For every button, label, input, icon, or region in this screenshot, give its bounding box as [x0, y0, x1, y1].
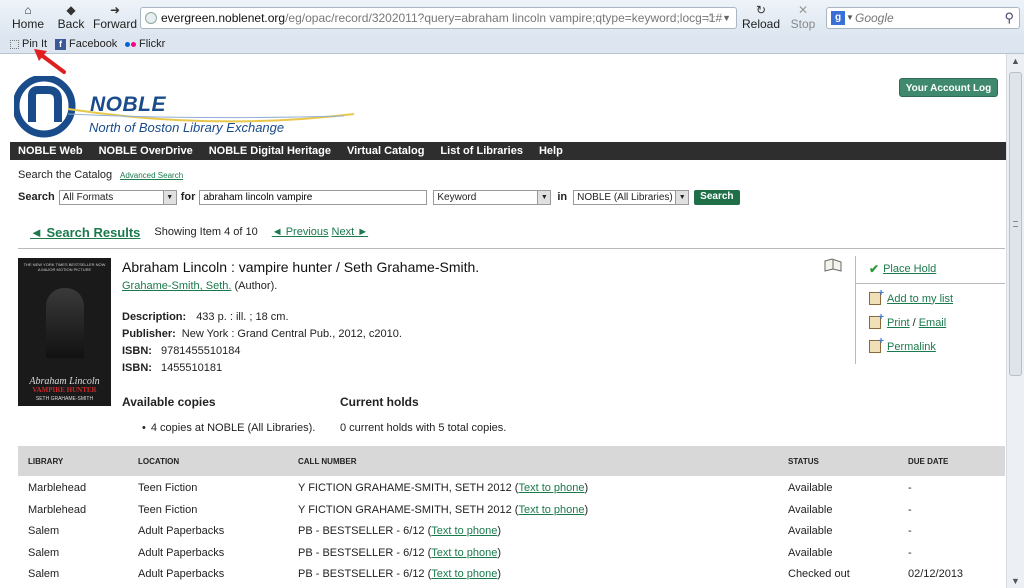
text-to-phone-link[interactable]: Text to phone [518, 504, 584, 516]
chevron-down-icon: ▼ [675, 190, 689, 204]
current-holds-value: 0 current holds with 5 total copies. [340, 422, 507, 434]
table-row: Marblehead Teen Fiction Y FICTION GRAHAM… [28, 482, 912, 494]
text-to-phone-link[interactable]: Text to phone [431, 547, 497, 559]
search-button[interactable]: Search [694, 189, 740, 205]
nav-noble-overdrive[interactable]: NOBLE OverDrive [99, 145, 193, 157]
text-to-phone-link[interactable]: Text to phone [431, 568, 497, 580]
results-nav: ◄ Search Results Showing Item 4 of 10 ◄ … [30, 223, 368, 241]
clipboard-add-icon: + [869, 312, 884, 329]
nav-help[interactable]: Help [539, 145, 563, 157]
current-holds-heading: Current holds [340, 395, 419, 409]
print-link[interactable]: Print [887, 317, 910, 329]
reload-button[interactable]: ↻ Reload [740, 3, 782, 31]
divider [856, 283, 1005, 284]
catalog-search: Search the Catalog Advanced Search Searc… [18, 168, 818, 208]
author-link[interactable]: Grahame-Smith, Seth. [122, 280, 231, 292]
bookmark-flickr[interactable]: Flickr [125, 38, 165, 50]
flickr-icon [125, 41, 136, 47]
main-nav: NOBLE Web NOBLE OverDrive NOBLE Digital … [10, 142, 1006, 160]
showing-item-text: Showing Item 4 of 10 [154, 226, 258, 238]
browser-toolbar: ⌂ Home ◆ Back ➜ Forward evergreen.noblen… [0, 0, 1024, 36]
record-author: Grahame-Smith, Seth. (Author). [122, 280, 278, 292]
search-query-input[interactable] [199, 189, 428, 205]
scrollbar-thumb[interactable] [1009, 72, 1022, 376]
back-button[interactable]: ◆ Back [56, 3, 86, 31]
browser-search-input[interactable]: g ▼ Google ⚲ [826, 7, 1020, 29]
url-bar[interactable]: evergreen.noblenet.org/eg/opac/record/32… [140, 7, 737, 29]
record-title: Abraham Lincoln : vampire hunter / Seth … [122, 259, 480, 275]
search-results-link[interactable]: ◄ Search Results [30, 225, 140, 240]
search-label: Search [18, 191, 55, 203]
available-copies-value: 4 copies at NOBLE (All Libraries). [142, 422, 315, 434]
book-cover-image: THE NEW YORK TIMES BESTSELLER NOW A MAJO… [18, 258, 111, 406]
site-icon [145, 12, 157, 24]
pin-icon [10, 39, 19, 49]
chevron-down-icon: ▼ [162, 190, 176, 204]
scroll-down-icon[interactable]: ▼ [1011, 576, 1020, 586]
home-icon: ⌂ [24, 3, 32, 17]
url-dropdown-icon[interactable]: ▼ [722, 8, 731, 28]
checkmark-icon: ✔ [869, 262, 880, 276]
nav-list-of-libraries[interactable]: List of Libraries [440, 145, 523, 157]
table-row: Salem Adult Paperbacks PB - BESTSELLER -… [28, 546, 912, 559]
search-type-select[interactable]: Keyword ▼ [433, 189, 552, 205]
col-status: STATUS [788, 457, 819, 466]
print-email-action[interactable]: + Print / Email [869, 312, 947, 329]
col-library: LIBRARY [28, 457, 64, 466]
copies-table-body: Marblehead Teen Fiction Y FICTION GRAHAM… [18, 476, 1005, 584]
text-to-phone-link[interactable]: Text to phone [518, 482, 584, 494]
nav-digital-heritage[interactable]: NOBLE Digital Heritage [209, 145, 331, 157]
email-link[interactable]: Email [919, 317, 947, 329]
col-location: LOCATION [138, 457, 180, 466]
table-row: Salem Adult Paperbacks PB - BESTSELLER -… [28, 525, 912, 538]
back-arrow-icon: ◆ [66, 3, 76, 17]
add-to-list-action[interactable]: + Add to my list [869, 288, 953, 305]
clipboard-add-icon: + [869, 288, 884, 305]
place-hold-action[interactable]: ✔ Place Hold [869, 262, 936, 276]
stop-button[interactable]: ✕ Stop [786, 3, 820, 31]
chevron-down-icon: ▼ [537, 190, 551, 204]
forward-button[interactable]: ➜ Forward [92, 3, 138, 31]
noble-logo[interactable]: NOBLE North of Boston Library Exchange [12, 74, 364, 138]
search-icon[interactable]: ⚲ [1004, 8, 1014, 28]
divider [18, 248, 1005, 249]
engine-dropdown-icon[interactable]: ▼ [846, 8, 854, 28]
vertical-scrollbar[interactable]: ▲ ▼ [1006, 54, 1024, 588]
in-label: in [557, 191, 568, 203]
url-path: /eg/opac/record/3202011?query=abraham li… [285, 11, 723, 25]
permalink-action[interactable]: + Permalink [869, 336, 936, 353]
nav-noble-web[interactable]: NOBLE Web [18, 145, 83, 157]
reload-icon: ↻ [755, 3, 767, 17]
format-select[interactable]: All Formats ▼ [58, 189, 177, 205]
search-catalog-label: Search the Catalog [18, 169, 113, 181]
red-arrow-annotation [34, 49, 66, 74]
logo-title: NOBLE [90, 93, 166, 116]
bookmarks-bar: Pin It f Facebook Flickr [0, 36, 1024, 54]
record-details: Description: 433 p. : ill. ; 18 cm. Publi… [122, 311, 402, 374]
col-call-number: CALL NUMBER [298, 457, 357, 466]
stop-icon: ✕ [797, 3, 809, 17]
col-due-date: DUE DATE [908, 457, 949, 466]
available-copies-heading: Available copies [122, 395, 216, 409]
next-link[interactable]: Next ► [332, 226, 369, 238]
nav-virtual-catalog[interactable]: Virtual Catalog [347, 145, 424, 157]
notes-icon[interactable] [824, 258, 842, 272]
previous-link[interactable]: ◄ Previous [272, 226, 329, 238]
google-icon: g [831, 11, 845, 25]
advanced-search-link[interactable]: Advanced Search [120, 171, 183, 180]
forward-arrow-icon: ➜ [109, 3, 121, 17]
copies-table-header: LIBRARY LOCATION CALL NUMBER STATUS DUE … [18, 446, 1005, 476]
text-to-phone-link[interactable]: Text to phone [431, 525, 497, 537]
table-row: Marblehead Teen Fiction Y FICTION GRAHAM… [28, 503, 912, 516]
scroll-up-icon[interactable]: ▲ [1011, 56, 1020, 66]
home-button[interactable]: ⌂ Home [10, 3, 46, 31]
table-row: Salem Adult Paperbacks PB - BESTSELLER -… [28, 568, 964, 581]
logo-subtitle: North of Boston Library Exchange [89, 120, 285, 135]
account-login-button[interactable]: Your Account Log in [899, 78, 998, 113]
bookmark-star-icon[interactable]: ☆ [704, 8, 716, 28]
for-label: for [180, 191, 196, 203]
url-domain: evergreen.noblenet.org [161, 11, 286, 25]
library-select[interactable]: NOBLE (All Libraries) ▼ [573, 189, 690, 205]
clipboard-add-icon: + [869, 336, 884, 353]
